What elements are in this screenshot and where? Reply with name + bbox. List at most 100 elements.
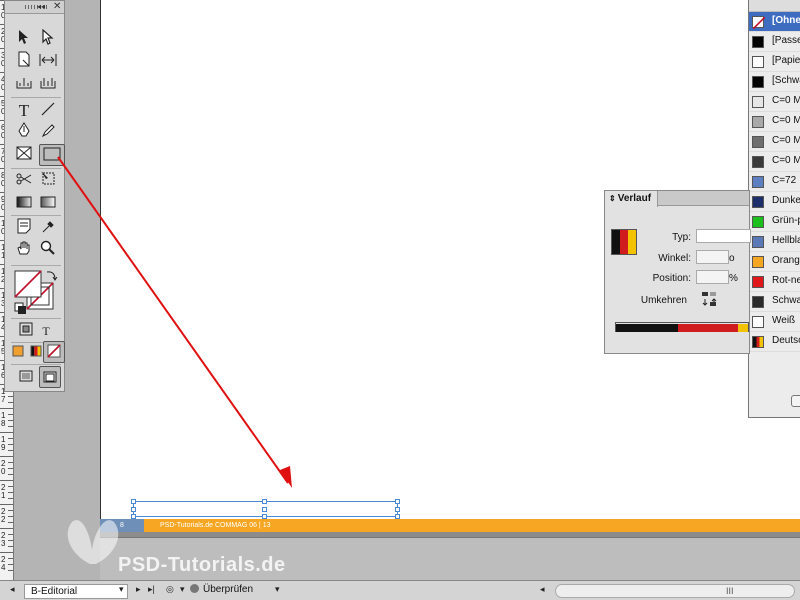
typ-dropdown[interactable] [696,229,751,243]
last-page-icon[interactable]: ▸| [148,584,155,595]
ruler-tick-mark [8,450,13,451]
normal-view-icon[interactable] [15,366,37,388]
swatch-chip [752,76,764,88]
swatch-chip [752,296,764,308]
close-icon[interactable]: ✕ [53,1,61,12]
pencil-tool-icon[interactable] [37,122,59,144]
ruler-tick-mark [8,534,13,535]
tab-verlauf-label: Verlauf [617,193,652,204]
note-tool-icon[interactable] [13,218,35,240]
hand-tool-icon[interactable] [13,240,35,262]
swatch-item[interactable]: [Passermarken] [749,32,800,52]
swatch-item[interactable]: [Ohne] [749,12,800,32]
gradient-ramp-slider[interactable] [615,322,749,332]
page-select[interactable]: B-Editorial [24,584,128,599]
swatch-chip [752,316,764,328]
line-tool-icon[interactable] [37,100,59,122]
frame-handle-center[interactable] [262,507,267,512]
swatch-name: C=0 M [772,115,800,126]
preflight-status[interactable]: Überprüfen [190,584,253,595]
frame-handle-tr[interactable] [395,499,400,504]
preview-icon[interactable]: ◎ [166,584,174,595]
swatch-chip [752,216,764,228]
ruler-tick-mark [8,438,13,439]
winkel-input[interactable] [696,250,729,264]
free-transform-tool-icon[interactable] [37,170,59,192]
swatch-item[interactable]: C=72 [749,172,800,192]
collapse-icon[interactable]: ◂◂ [37,2,45,11]
winkel-unit: o [729,253,735,264]
rectangle-tool-icon[interactable] [39,144,65,166]
eyedropper-tool-icon[interactable] [37,218,59,240]
formatting-container-icon[interactable] [15,320,37,342]
gradient-panel-header[interactable]: ⇕ Verlauf [605,191,749,207]
ruler-tick-mark [8,444,13,445]
ruler-tick-mark [8,516,13,517]
scrollbar-thumb[interactable]: III [726,586,734,596]
swatch-item[interactable]: Orange [749,252,800,272]
position-input[interactable] [696,270,729,284]
page-dropdown-icon[interactable]: ▾ [119,584,124,595]
ruler-tick-mark [8,546,13,547]
reverse-gradient-icon[interactable] [701,291,719,310]
frame-handle-ml[interactable] [131,507,136,512]
page-tool-icon[interactable] [13,51,35,73]
scroll-left-icon[interactable]: ◂ [540,584,545,595]
gap-tool-icon[interactable] [37,51,59,73]
ruler-tick-mark [8,420,13,421]
tools-titlebar[interactable]: ◂◂ ✕ [5,1,64,14]
formatting-text-icon[interactable]: T [35,320,57,342]
frame-handle-br[interactable] [395,514,400,519]
preflight-menu-icon[interactable]: ▾ [275,584,280,595]
gradient-feather-tool-icon[interactable] [37,192,59,214]
type-tool-icon[interactable]: T [13,100,35,122]
frame-handle-tl[interactable] [131,499,136,504]
ruler-tick-mark [8,402,13,403]
tools-panel: ◂◂ ✕ T T [4,0,65,392]
pen-tool-icon[interactable] [13,122,35,144]
frame-handle-tm[interactable] [262,499,267,504]
zoom-tool-icon[interactable] [37,240,59,262]
swatch-item[interactable]: C=0 M [749,132,800,152]
swatch-item[interactable]: Rot-neu [749,272,800,292]
ruler-tick-mark [0,504,13,505]
swatch-item[interactable]: Dunkelblau [749,192,800,212]
presentation-view-icon[interactable] [39,366,61,388]
scissors-tool-icon[interactable] [13,170,35,192]
horizontal-scrollbar[interactable]: III [555,584,795,598]
rectangle-frame-tool-icon[interactable] [13,144,35,166]
swatch-item[interactable]: C=0 M [749,92,800,112]
swatch-item[interactable]: C=0 M [749,112,800,132]
swatch-name: Rot-neu [772,275,800,286]
swatch-name: C=0 M [772,135,800,146]
content-collector-icon[interactable] [13,73,35,95]
swatch-item[interactable]: Schwarz [749,292,800,312]
swatch-chip [752,276,764,288]
swatch-item[interactable]: Hellblau [749,232,800,252]
content-placer-icon[interactable] [37,73,59,95]
swatch-item[interactable]: Weiß [749,312,800,332]
next-page-icon[interactable]: ▸ [136,584,141,595]
swatch-name: C=0 M [772,95,800,106]
swatches-scroll-button[interactable] [791,395,800,407]
swatch-chip [752,56,764,68]
fill-stroke-widget[interactable] [13,269,61,315]
swatch-item[interactable]: C=0 M [749,152,800,172]
ruler-tick-mark [0,408,13,409]
ruler-tick-mark [0,552,13,553]
frame-handle-mr[interactable] [395,507,400,512]
swatch-item[interactable]: [Schwarz] [749,72,800,92]
selection-tool-icon[interactable] [13,29,35,51]
preflight-dropdown-icon[interactable]: ▾ [180,584,185,595]
swatch-item[interactable]: Deutsch [749,332,800,352]
direct-selection-tool-icon[interactable] [37,28,59,51]
gradient-swatch-tool-icon[interactable] [13,192,35,214]
prev-page-icon[interactable]: ◂ [10,584,15,595]
tab-verlauf[interactable]: ⇕ Verlauf [605,191,659,207]
apply-none-icon[interactable] [43,341,65,363]
ruler-tick-mark [8,426,13,427]
ruler-tick-mark [0,528,13,529]
swatch-item[interactable]: Grün-p [749,212,800,232]
swatch-item[interactable]: [Papier] [749,52,800,72]
swatch-name: Schwarz [772,295,800,306]
